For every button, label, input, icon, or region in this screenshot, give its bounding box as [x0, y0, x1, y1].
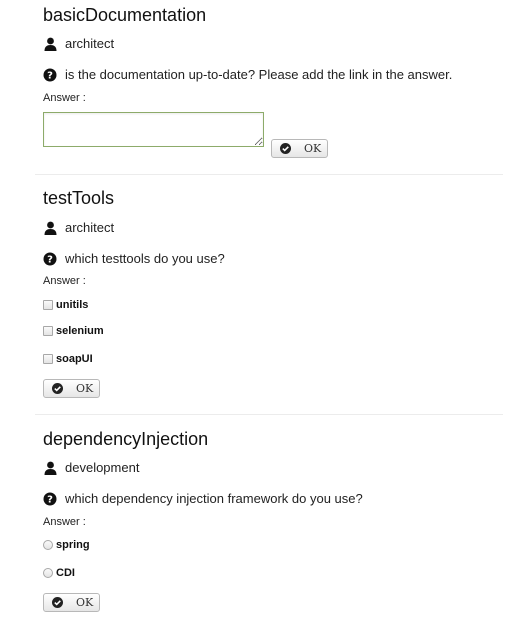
answer-label: Answer :	[43, 516, 86, 528]
question-circle-icon: ?	[43, 492, 57, 506]
question-text-row: ? is the documentation up-to-date? Pleas…	[43, 67, 452, 82]
answer-textarea[interactable]	[43, 112, 264, 147]
answer-label: Answer :	[43, 275, 86, 287]
card-divider	[35, 174, 503, 175]
checkbox-option-selenium[interactable]: selenium	[43, 325, 104, 337]
checkbox-option-unitils[interactable]: unitils	[43, 299, 88, 311]
svg-text:?: ?	[47, 70, 53, 81]
question-circle-icon: ?	[43, 252, 57, 266]
radio-option-cdi[interactable]: CDI	[43, 567, 75, 579]
user-icon	[43, 37, 57, 51]
option-label: soapUI	[56, 353, 93, 365]
ok-button-label: OK	[76, 596, 94, 609]
user-icon	[43, 461, 57, 475]
role-label: architect	[65, 36, 115, 51]
checkbox[interactable]	[43, 354, 53, 364]
question-text: which testtools do you use?	[65, 251, 225, 266]
radio-button[interactable]	[43, 540, 53, 550]
question-circle-icon: ?	[43, 68, 57, 82]
option-label: unitils	[56, 299, 89, 311]
question-role-row: architect	[43, 36, 114, 51]
option-label: selenium	[56, 325, 104, 337]
answer-label: Answer :	[43, 92, 86, 104]
ok-button[interactable]: OK	[43, 379, 100, 398]
ok-button[interactable]: OK	[271, 139, 328, 158]
card-divider	[35, 414, 503, 415]
question-card-basic-documentation: basicDocumentation architect ? is the do…	[35, 0, 503, 172]
question-text: which dependency injection framework do …	[65, 491, 363, 506]
checkbox[interactable]	[43, 300, 53, 310]
question-card-dependency-injection: dependencyInjection development ? which …	[35, 418, 503, 618]
question-role-row: architect	[43, 220, 114, 235]
radio-option-spring[interactable]: spring	[43, 539, 90, 551]
ok-button[interactable]: OK	[43, 593, 100, 612]
question-title: testTools	[43, 188, 115, 208]
svg-text:?: ?	[47, 254, 53, 265]
question-text-row: ? which dependency injection framework d…	[43, 491, 363, 506]
question-role-row: development	[43, 460, 139, 475]
role-label: development	[65, 460, 140, 475]
question-card-test-tools: testTools architect ? which testtools do…	[35, 178, 503, 410]
questionnaire-page: basicDocumentation architect ? is the do…	[0, 0, 505, 620]
check-circle-icon	[52, 383, 63, 394]
question-title: dependencyInjection	[43, 429, 209, 449]
question-title: basicDocumentation	[43, 5, 207, 25]
checkbox[interactable]	[43, 326, 53, 336]
check-circle-icon	[52, 597, 63, 608]
ok-button-label: OK	[304, 142, 322, 155]
user-icon	[43, 221, 57, 235]
role-label: architect	[65, 220, 115, 235]
option-label: spring	[56, 539, 90, 551]
checkbox-option-soapui[interactable]: soapUI	[43, 353, 93, 365]
radio-button[interactable]	[43, 568, 53, 578]
check-circle-icon	[280, 143, 291, 154]
option-label: CDI	[56, 567, 75, 579]
svg-text:?: ?	[47, 494, 53, 505]
question-text-row: ? which testtools do you use?	[43, 251, 225, 266]
question-text: is the documentation up-to-date? Please …	[65, 67, 453, 82]
ok-button-label: OK	[76, 382, 94, 395]
